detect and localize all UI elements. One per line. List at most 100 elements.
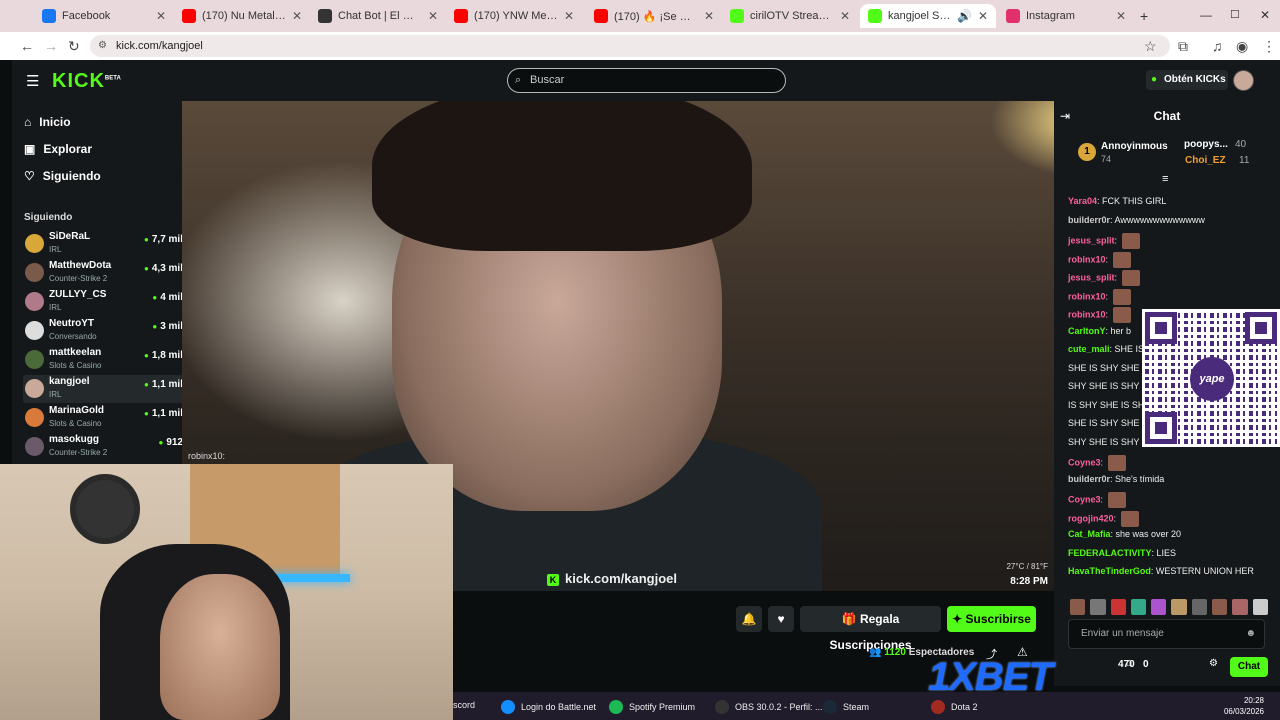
back-icon[interactable]: ← [20, 38, 34, 54]
browser-tab[interactable]: (170) Nu Metal mix Vol 2 ✕ [174, 4, 310, 28]
close-icon[interactable]: ✕ [156, 9, 166, 23]
chat-message-input[interactable]: Enviar un mensaje ☻ [1068, 619, 1265, 649]
emote-icon[interactable] [1090, 599, 1106, 615]
system-clock[interactable]: 20:28 06/03/2026 [1224, 695, 1264, 717]
hamburger-menu-icon[interactable]: ☰ [26, 72, 39, 90]
emote-icon[interactable] [1110, 599, 1126, 615]
chat-username[interactable]: robinx10 [1068, 309, 1106, 319]
taskbar-app[interactable]: Login do Battle.net [501, 700, 596, 714]
emote-icon[interactable] [1151, 599, 1167, 615]
nav-inicio[interactable]: ⌂ Inicio [24, 115, 71, 129]
follow-button[interactable]: ♥ [768, 606, 794, 632]
close-icon[interactable]: ✕ [840, 9, 850, 23]
following-channel[interactable]: ZULLYY_CS IRL 4 mil [23, 288, 187, 316]
nav-siguiendo[interactable]: ♡ Siguiendo [24, 169, 101, 183]
taskbar-app[interactable]: Steam [823, 700, 869, 714]
close-icon[interactable]: ✕ [1116, 9, 1126, 23]
chat-username[interactable]: CarltonY [1068, 326, 1106, 336]
browser-tab[interactable]: Facebook ✕ [34, 4, 174, 28]
nav-explorar[interactable]: ▣ Explorar [24, 142, 92, 156]
chat-username[interactable]: FEDERALACTIVITY [1068, 548, 1152, 558]
chat-text: SHE IS SHY SHE IS [1068, 362, 1151, 373]
taskbar-app[interactable]: Dota 2 [931, 700, 978, 714]
menu-dots-icon[interactable]: ⋮ [1262, 38, 1276, 55]
browser-tab[interactable]: Chat Bot | El mejor softw ✕ [310, 4, 446, 28]
search-input[interactable]: ⌕ Buscar [507, 68, 786, 93]
chat-username[interactable]: Coyne3 [1068, 457, 1101, 467]
browser-tab[interactable]: (170) YNW Melly - Murde ✕ [446, 4, 582, 28]
leaderboard-name[interactable]: Choi_EZ [1185, 155, 1226, 166]
extensions-icon[interactable]: ⧉ [1178, 38, 1188, 55]
minimize-icon[interactable]: — [1200, 8, 1212, 22]
new-tab-icon[interactable]: + [1140, 8, 1148, 24]
emote-icon[interactable] [1232, 599, 1248, 615]
leaderboard-name[interactable]: poopys... [1184, 139, 1228, 150]
chat-send-button[interactable]: Chat [1230, 657, 1268, 677]
emote-icon[interactable] [1252, 599, 1268, 615]
chat-username[interactable]: Coyne3 [1068, 494, 1101, 504]
browser-tab[interactable]: cirilOTV Stream - Watch ✕ [722, 4, 858, 28]
following-channel[interactable]: MarinaGold Slots & Casino 1,1 mil [23, 404, 187, 432]
reload-icon[interactable]: ↻ [68, 38, 80, 55]
following-channel[interactable]: NeutroYT Conversando 3 mil [23, 317, 187, 345]
media-icon[interactable]: ♫ [1212, 38, 1223, 54]
close-icon[interactable]: ✕ [704, 9, 714, 23]
emote-icon[interactable] [1130, 599, 1147, 615]
close-icon[interactable]: ✕ [428, 9, 438, 23]
chat-message: SHE IS SHY SHE IS [1068, 363, 1150, 373]
taskbar-app[interactable]: Spotify Premium [609, 700, 695, 714]
url-input[interactable]: ⚙ kick.com/kangjoel [90, 35, 1170, 57]
window-close-icon[interactable]: ✕ [1260, 8, 1270, 22]
chat-username[interactable]: Cat_Mafia [1068, 529, 1111, 539]
emote-icon[interactable] [1191, 599, 1208, 615]
close-icon[interactable]: ✕ [978, 9, 988, 23]
chat-username[interactable]: builderr0r [1068, 474, 1110, 484]
chat-username[interactable]: jesus_split [1068, 272, 1115, 282]
chat-username[interactable]: jesus_split [1068, 235, 1115, 245]
user-avatar[interactable] [1233, 70, 1254, 91]
following-channel[interactable]: kangjoel IRL 1,1 mil [23, 375, 187, 403]
browser-tab[interactable]: (170) 🔥 ¡Se VIENE la NO ✕ [586, 4, 722, 28]
profile-icon[interactable]: ◉ [1236, 38, 1248, 55]
following-channel[interactable]: MatthewDota Counter-Strike 2 4,3 mil [23, 259, 187, 287]
notification-bell-button[interactable]: 🔔 [736, 606, 762, 632]
kick-logo[interactable]: KICKBETA [52, 70, 121, 93]
forward-icon[interactable]: → [44, 38, 58, 54]
chat-username[interactable]: robinx10 [1068, 254, 1106, 264]
emote-icon[interactable] [1070, 599, 1086, 615]
following-channel[interactable]: mattkeelan Slots & Casino 1,8 mil [23, 346, 187, 374]
speaker-icon[interactable]: 🔊 [957, 9, 972, 23]
settings-gear-icon[interactable]: ⚙ [1209, 658, 1218, 669]
channel-category: IRL [49, 245, 62, 254]
browser-tab[interactable]: Instagram ✕ [998, 4, 1134, 28]
gift-subs-button[interactable]: 🎁 Regala Suscripciones [800, 606, 941, 652]
subscribe-button[interactable]: ✦ Suscribirse [947, 606, 1036, 632]
chat-username[interactable]: Yara04 [1068, 196, 1097, 206]
gift-box-icon[interactable]: ⌂ [1126, 657, 1133, 669]
chat-username[interactable]: HavaTheTinderGod [1068, 566, 1151, 576]
taskbar-app[interactable]: OBS 30.0.2 - Perfil: ... [715, 700, 823, 714]
site-info-icon[interactable]: ⚙ [98, 35, 107, 57]
following-channel[interactable]: masokugg Counter-Strike 2 912 [23, 433, 187, 461]
taskbar-app[interactable]: scord [453, 700, 475, 710]
chat-username[interactable]: builderr0r [1068, 215, 1110, 225]
chat-username[interactable]: robinx10 [1068, 291, 1106, 301]
bookmark-star-icon[interactable]: ☆ [1144, 38, 1157, 55]
home-icon: ⌂ [24, 115, 32, 129]
chat-username[interactable]: cute_mali [1068, 344, 1110, 354]
emote-icon[interactable] [1212, 599, 1228, 615]
leaderboard-name[interactable]: Annoyinmous [1101, 141, 1168, 152]
chat-colon: : [1113, 512, 1119, 523]
browser-tab-active[interactable]: kangjoel Stream - Wa 🔊 ✕ [860, 4, 996, 28]
emote-icon[interactable] [1171, 599, 1187, 615]
filter-icon[interactable]: ≡ [1162, 173, 1168, 185]
get-kicks-button[interactable]: ● Obtén KICKs [1146, 70, 1228, 90]
browser-tab-bar: Facebook ✕ (170) Nu Metal mix Vol 2 ✕ Ch… [0, 0, 1280, 32]
close-icon[interactable]: ✕ [564, 9, 574, 23]
close-icon[interactable]: ✕ [292, 9, 302, 23]
chat-username[interactable]: rogojin420 [1068, 513, 1114, 523]
emoji-icon[interactable]: ☻ [1245, 620, 1256, 648]
chat-colon: : [1105, 309, 1111, 320]
maximize-icon[interactable]: ☐ [1230, 8, 1240, 21]
following-channel[interactable]: SiDeRaL IRL 7,7 mil [23, 230, 187, 258]
